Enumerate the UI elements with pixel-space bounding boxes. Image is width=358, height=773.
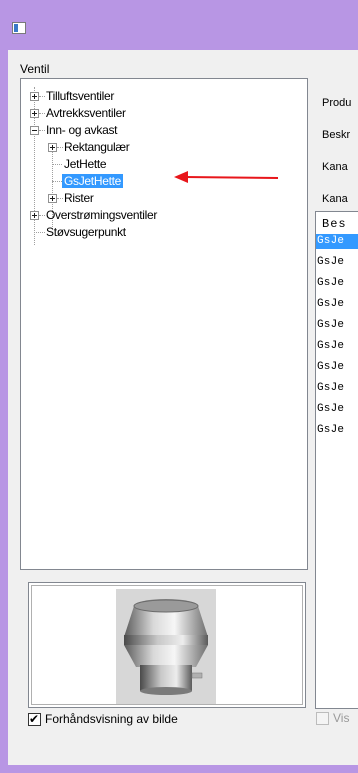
show-option-row[interactable]: Vis	[316, 711, 349, 725]
list-item[interactable]: GsJe	[316, 255, 358, 270]
list-item[interactable]: GsJe	[316, 381, 358, 396]
title-bar	[0, 0, 358, 50]
window-icon[interactable]	[12, 22, 26, 34]
expand-icon[interactable]	[48, 143, 57, 152]
tree-item-label: Rektangulær	[64, 140, 130, 154]
tree-item-label: Støvsugerpunkt	[46, 225, 126, 239]
annotation-arrow	[174, 171, 278, 183]
show-option-checkbox[interactable]	[316, 711, 329, 725]
tree-item-tilluftsventiler[interactable]: Tilluftsventiler	[44, 88, 116, 104]
expand-icon[interactable]	[48, 194, 57, 203]
tree-item-gsjethette[interactable]: GsJetHette	[62, 173, 124, 189]
image-preview-panel	[28, 582, 306, 708]
tree-guide-line	[52, 181, 62, 182]
tree-item-label: Rister	[64, 191, 94, 205]
list-item[interactable]: GsJe	[316, 402, 358, 417]
preview-image-checkbox-row[interactable]: Forhåndsvisning av bilde	[28, 711, 178, 727]
tree-item-label: Tilluftsventiler	[46, 89, 115, 103]
tree-guide-line	[52, 164, 62, 165]
channel-field-label: Kana	[322, 161, 348, 173]
expand-icon[interactable]	[30, 92, 39, 101]
preview-image-checkbox-label: Forhåndsvisning av bilde	[45, 712, 178, 726]
show-option-label: Vis	[333, 711, 350, 725]
product-field-label: Produ	[322, 97, 352, 109]
tree-item-label: GsJetHette	[62, 174, 124, 188]
collapse-icon[interactable]	[30, 126, 39, 135]
tree-item-inn-og-avkast[interactable]: Inn- og avkast	[44, 122, 119, 138]
list-header-description[interactable]: Bes	[322, 217, 347, 231]
tree-item-stovsugerpunkt[interactable]: Støvsugerpunkt	[44, 224, 128, 240]
expand-icon[interactable]	[30, 109, 39, 118]
tree-item-avtrekksventiler[interactable]: Avtrekksventiler	[44, 105, 128, 121]
tree-item-rektangulaer[interactable]: Rektangulær	[62, 139, 131, 155]
channel-field-label-2: Kana	[322, 193, 348, 205]
tree-item-jethette[interactable]: JetHette	[62, 156, 108, 172]
list-item[interactable]: GsJe	[316, 360, 358, 375]
image-preview-frame	[31, 585, 303, 705]
preview-image-checkbox[interactable]	[28, 712, 41, 726]
list-item[interactable]: GsJe	[316, 234, 358, 249]
valve-group-label: Ventil	[20, 62, 50, 76]
tree-item-label: JetHette	[64, 157, 107, 171]
list-item[interactable]: GsJe	[316, 276, 358, 291]
list-item[interactable]: GsJe	[316, 423, 358, 438]
tree-item-label: Inn- og avkast	[46, 123, 118, 137]
expand-icon[interactable]	[30, 211, 39, 220]
tree-item-label: Avtrekksventiler	[46, 106, 126, 120]
list-item[interactable]: GsJe	[316, 339, 358, 354]
valve-tree[interactable]: Tilluftsventiler Avtrekksventiler Inn- o…	[20, 78, 308, 570]
tree-item-rister[interactable]: Rister	[62, 190, 96, 206]
list-item[interactable]: GsJe	[316, 297, 358, 312]
description-field-label: Beskr	[322, 129, 351, 141]
jet-hood-product-image	[116, 589, 216, 704]
tree-item-label: Overstrømingsventiler	[46, 208, 158, 222]
tree-item-overstromingsventiler[interactable]: Overstrømingsventiler	[44, 207, 159, 223]
list-item[interactable]: GsJe	[316, 318, 358, 333]
